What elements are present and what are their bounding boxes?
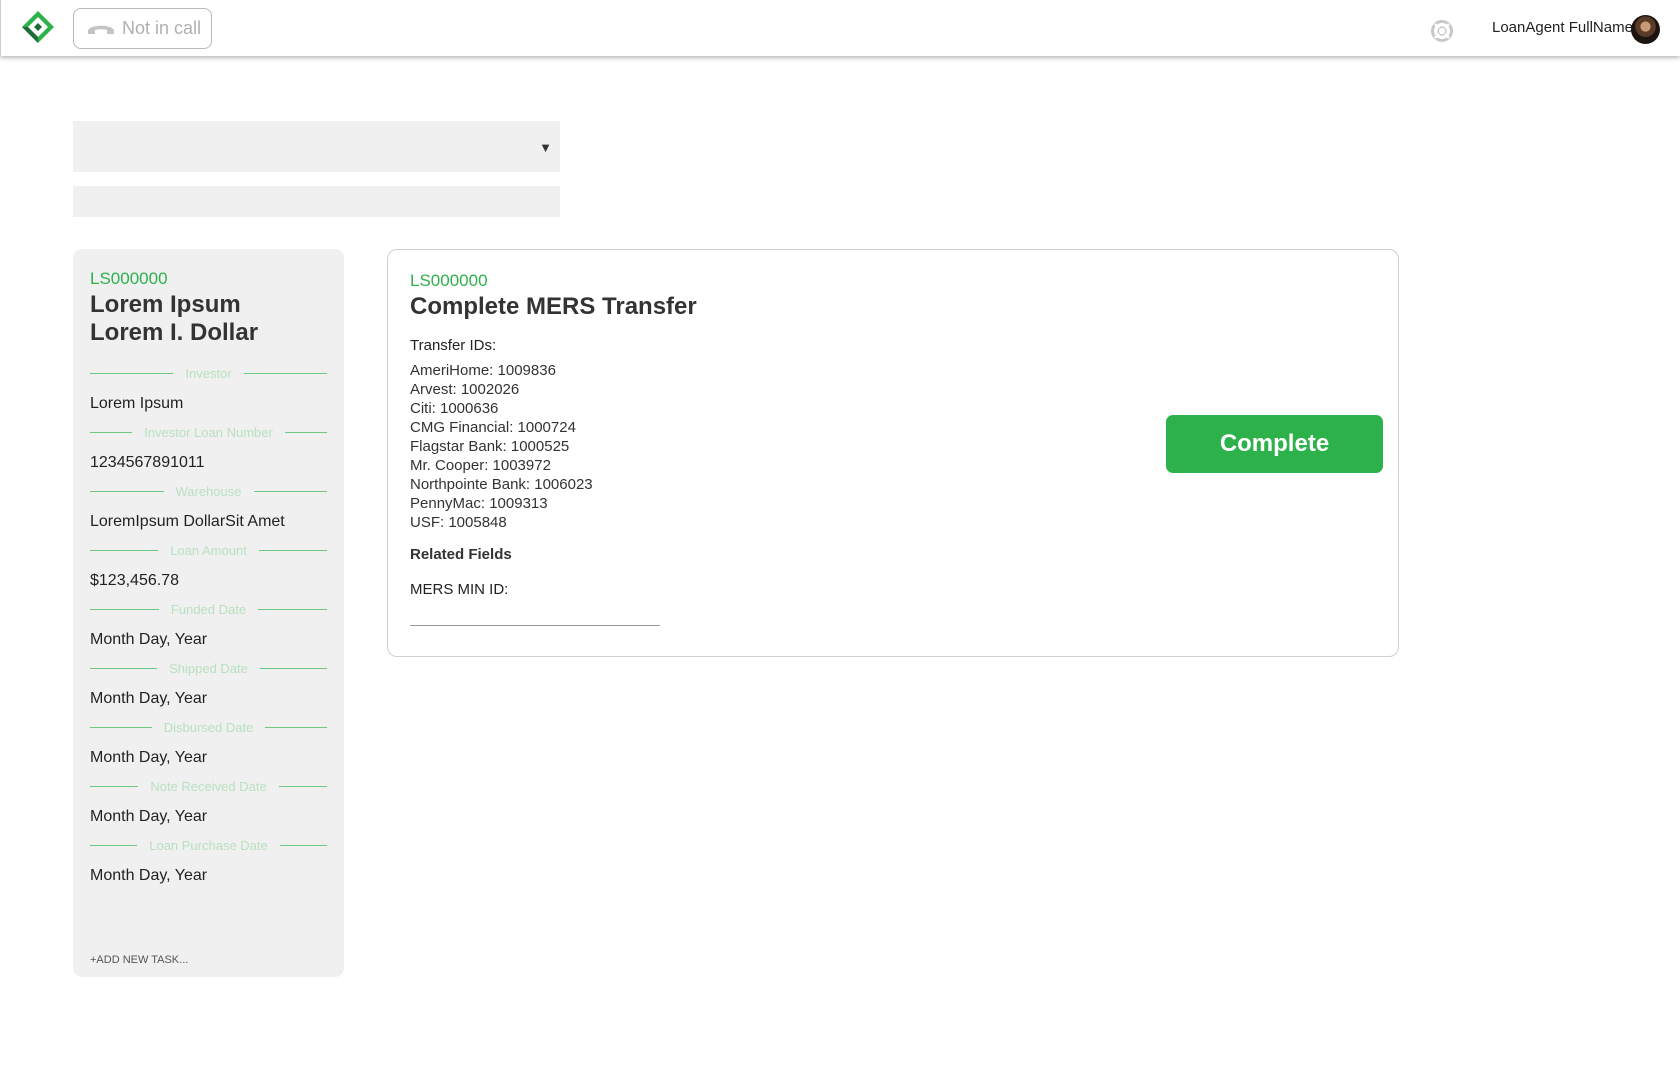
transfer-ids-list: AmeriHome: 1009836 Arvest: 1002026 Citi:… — [410, 361, 593, 532]
help-icon[interactable] — [1431, 20, 1453, 42]
search-input[interactable] — [73, 186, 560, 217]
loan-select-dropdown[interactable]: ▼ — [73, 121, 560, 172]
caret-down-icon: ▼ — [539, 140, 552, 155]
complete-button[interactable]: Complete — [1166, 415, 1383, 473]
task-card: LS000000 Complete MERS Transfer Transfer… — [387, 249, 1399, 657]
related-fields-heading: Related Fields — [410, 546, 512, 563]
call-status-label: Not in call — [122, 18, 202, 38]
top-bar: Not in call LoanAgent FullName — [0, 0, 1680, 56]
field-value-investor-loan-number: 1234567891011 — [90, 454, 205, 471]
field-value-disbursed-date: Month Day, Year — [90, 749, 208, 766]
field-label-funded-date: Funded Date — [90, 602, 327, 617]
transfer-id-item: Mr. Cooper: 1003972 — [410, 457, 551, 474]
transfer-ids-label: Transfer IDs: — [410, 337, 497, 354]
transfer-id-item: PennyMac: 1009313 — [410, 495, 548, 512]
transfer-id-item: Citi: 1000636 — [410, 400, 499, 417]
borrower-name-2: Lorem I. Dollar — [90, 319, 259, 346]
field-label-investor: Investor — [90, 366, 327, 381]
transfer-id-item: Flagstar Bank: 1000525 — [410, 438, 570, 455]
transfer-id-item: AmeriHome: 1009836 — [410, 362, 556, 379]
task-title: Complete MERS Transfer — [410, 293, 697, 320]
transfer-id-item: USF: 1005848 — [410, 514, 507, 531]
field-value-loan-amount: $123,456.78 — [90, 572, 179, 589]
transfer-id-item: Northpointe Bank: 1006023 — [410, 476, 593, 493]
field-label-investor-loan-number: Investor Loan Number — [90, 425, 327, 440]
logo-icon[interactable] — [21, 10, 55, 44]
field-value-loan-purchase-date: Month Day, Year — [90, 867, 208, 884]
field-value-shipped-date: Month Day, Year — [90, 690, 208, 707]
field-label-note-received-date: Note Received Date — [90, 779, 327, 794]
call-status-button[interactable]: Not in call — [73, 8, 212, 49]
field-label-loan-amount: Loan Amount — [90, 543, 327, 558]
phone-icon — [88, 25, 114, 34]
avatar[interactable] — [1631, 15, 1660, 44]
loan-id[interactable]: LS000000 — [90, 269, 168, 289]
field-value-investor: Lorem Ipsum — [90, 395, 184, 412]
mers-min-id-input[interactable] — [410, 604, 660, 626]
add-new-task-link[interactable]: +ADD NEW TASK... — [90, 954, 188, 966]
field-label-disbursed-date: Disbursed Date — [90, 720, 327, 735]
borrower-names: Lorem Ipsum Lorem I. Dollar — [90, 291, 258, 347]
user-name[interactable]: LoanAgent FullName — [1492, 19, 1633, 36]
mers-min-id-label: MERS MIN ID: — [410, 581, 509, 598]
field-value-note-received-date: Month Day, Year — [90, 808, 208, 825]
field-label-shipped-date: Shipped Date — [90, 661, 327, 676]
field-value-warehouse: LoremIpsum DollarSit Amet — [90, 513, 285, 530]
loan-summary-panel: LS000000 Lorem Ipsum Lorem I. Dollar Inv… — [73, 249, 344, 977]
borrower-name-1: Lorem Ipsum — [90, 291, 241, 318]
field-label-loan-purchase-date: Loan Purchase Date — [90, 838, 327, 853]
transfer-id-item: CMG Financial: 1000724 — [410, 419, 576, 436]
field-value-funded-date: Month Day, Year — [90, 631, 208, 648]
transfer-id-item: Arvest: 1002026 — [410, 381, 520, 398]
task-loan-id[interactable]: LS000000 — [410, 271, 488, 291]
field-label-warehouse: Warehouse — [90, 484, 327, 499]
